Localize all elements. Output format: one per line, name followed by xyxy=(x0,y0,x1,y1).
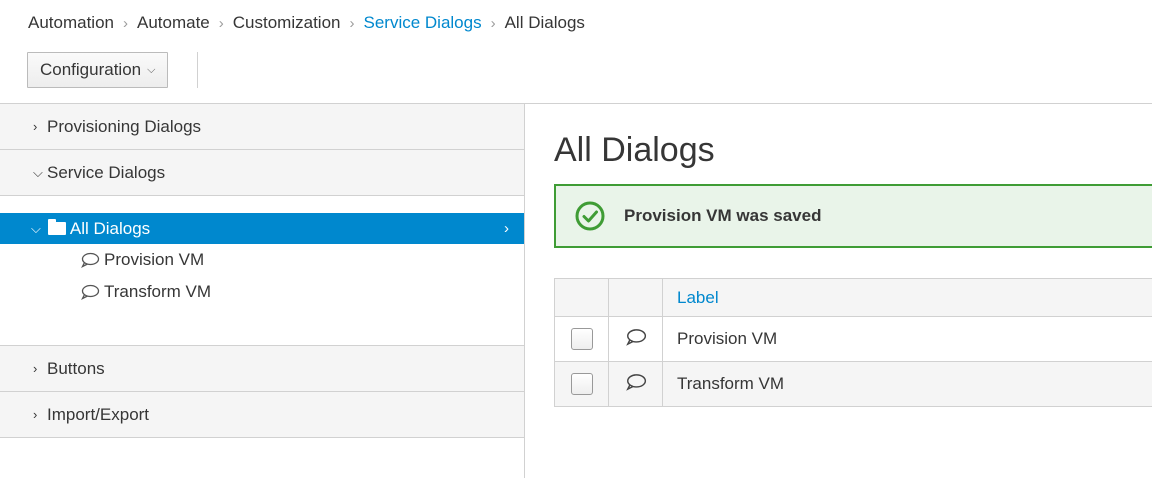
chevron-down-icon: ⌵ xyxy=(33,164,43,180)
breadcrumb-automation: Automation xyxy=(28,13,114,32)
table-row[interactable]: Transform VM xyxy=(554,361,1152,407)
toolbar: Configuration ⌵ xyxy=(27,52,199,88)
folder-icon xyxy=(47,219,66,235)
chevron-down-icon[interactable]: ⌵ xyxy=(31,221,41,237)
tree-node-label: Provision VM xyxy=(104,250,205,269)
row-label: Provision VM xyxy=(662,316,1152,362)
accordion-label: Service Dialogs xyxy=(47,162,166,182)
accordion-provisioning-dialogs[interactable]: › Provisioning Dialogs xyxy=(0,104,524,150)
comment-bubble-icon xyxy=(625,328,646,346)
sidebar: › Provisioning Dialogs ⌵ Service Dialogs… xyxy=(0,104,525,478)
table-row[interactable]: Provision VM xyxy=(554,316,1152,362)
comment-bubble-icon xyxy=(81,284,100,300)
header-checkbox-cell xyxy=(554,278,609,317)
configuration-dropdown-button[interactable]: Configuration ⌵ xyxy=(27,52,169,88)
chevron-right-icon: › xyxy=(504,220,509,237)
tree-node-transform-vm[interactable]: Transform VM xyxy=(0,276,524,308)
breadcrumb-all-dialogs: All Dialogs xyxy=(504,13,585,32)
check-circle-icon xyxy=(575,201,605,231)
row-checkbox[interactable] xyxy=(570,328,593,350)
breadcrumb-separator-icon: › xyxy=(349,14,355,32)
breadcrumb-separator-icon: › xyxy=(218,14,224,32)
header-icon-cell xyxy=(608,278,663,317)
chevron-right-icon: › xyxy=(33,119,38,134)
breadcrumb: Automation › Automate › Customization › … xyxy=(28,13,585,33)
tree-node-all-dialogs[interactable]: ⌵ All Dialogs › xyxy=(0,213,524,244)
accordion-label: Buttons xyxy=(47,358,105,378)
service-dialogs-tree: ⌵ All Dialogs › Provision VM Transform V… xyxy=(0,196,524,346)
dialogs-table: Label Provision VM Transform VM xyxy=(554,278,1152,407)
configuration-label: Configuration xyxy=(40,60,142,79)
comment-bubble-icon xyxy=(625,373,646,391)
tree-node-provision-vm[interactable]: Provision VM xyxy=(0,244,524,276)
breadcrumb-customization: Customization xyxy=(232,13,341,32)
accordion-buttons[interactable]: › Buttons xyxy=(0,346,524,392)
success-alert: Provision VM was saved xyxy=(554,184,1152,248)
chevron-down-icon: ⌵ xyxy=(147,63,156,76)
accordion-import-export[interactable]: › Import/Export xyxy=(0,392,524,438)
row-checkbox-cell xyxy=(554,361,609,407)
comment-bubble-icon xyxy=(81,252,100,268)
breadcrumb-separator-icon: › xyxy=(490,14,496,32)
breadcrumb-separator-icon: › xyxy=(123,14,128,32)
alert-message: Provision VM was saved xyxy=(624,206,822,225)
tree-node-label: All Dialogs xyxy=(69,218,151,238)
breadcrumb-automate: Automate xyxy=(137,13,210,32)
accordion-label: Import/Export xyxy=(47,404,150,424)
row-checkbox-cell xyxy=(554,316,609,362)
row-icon-cell xyxy=(608,316,663,362)
breadcrumb-service-dialogs-link[interactable]: Service Dialogs xyxy=(363,13,481,33)
chevron-right-icon: › xyxy=(33,361,38,376)
table-header-row: Label xyxy=(554,278,1152,317)
chevron-right-icon: › xyxy=(33,407,38,422)
accordion-service-dialogs[interactable]: ⌵ Service Dialogs xyxy=(0,150,524,196)
column-header-label[interactable]: Label xyxy=(662,278,1152,317)
page-title: All Dialogs xyxy=(554,131,715,169)
row-checkbox[interactable] xyxy=(570,373,593,395)
accordion-label: Provisioning Dialogs xyxy=(47,116,202,136)
row-icon-cell xyxy=(608,361,663,407)
row-label: Transform VM xyxy=(662,361,1152,407)
toolbar-divider xyxy=(197,52,199,88)
tree-node-label: Transform VM xyxy=(104,282,212,301)
